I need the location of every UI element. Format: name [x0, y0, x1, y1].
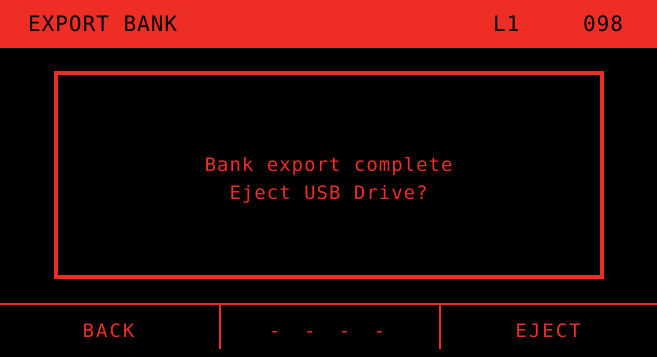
- empty-softkey[interactable]: - - - -: [221, 305, 439, 349]
- bank-number: 098: [583, 12, 624, 36]
- dialog-message-line1: Bank export complete: [204, 154, 454, 176]
- eject-button[interactable]: EJECT: [441, 305, 657, 349]
- confirmation-dialog: Bank export complete Eject USB Drive?: [54, 71, 604, 279]
- layer-indicator: L1: [493, 12, 521, 36]
- screen-title: EXPORT BANK: [28, 12, 179, 36]
- softkey-bar: BACK - - - - EJECT: [0, 303, 657, 349]
- device-screen: EXPORT BANK L1 098 Bank export complete …: [0, 0, 657, 349]
- header-bar: EXPORT BANK L1 098: [0, 0, 657, 48]
- dialog-message-line2: Eject USB Drive?: [229, 182, 429, 204]
- back-button[interactable]: BACK: [0, 305, 219, 349]
